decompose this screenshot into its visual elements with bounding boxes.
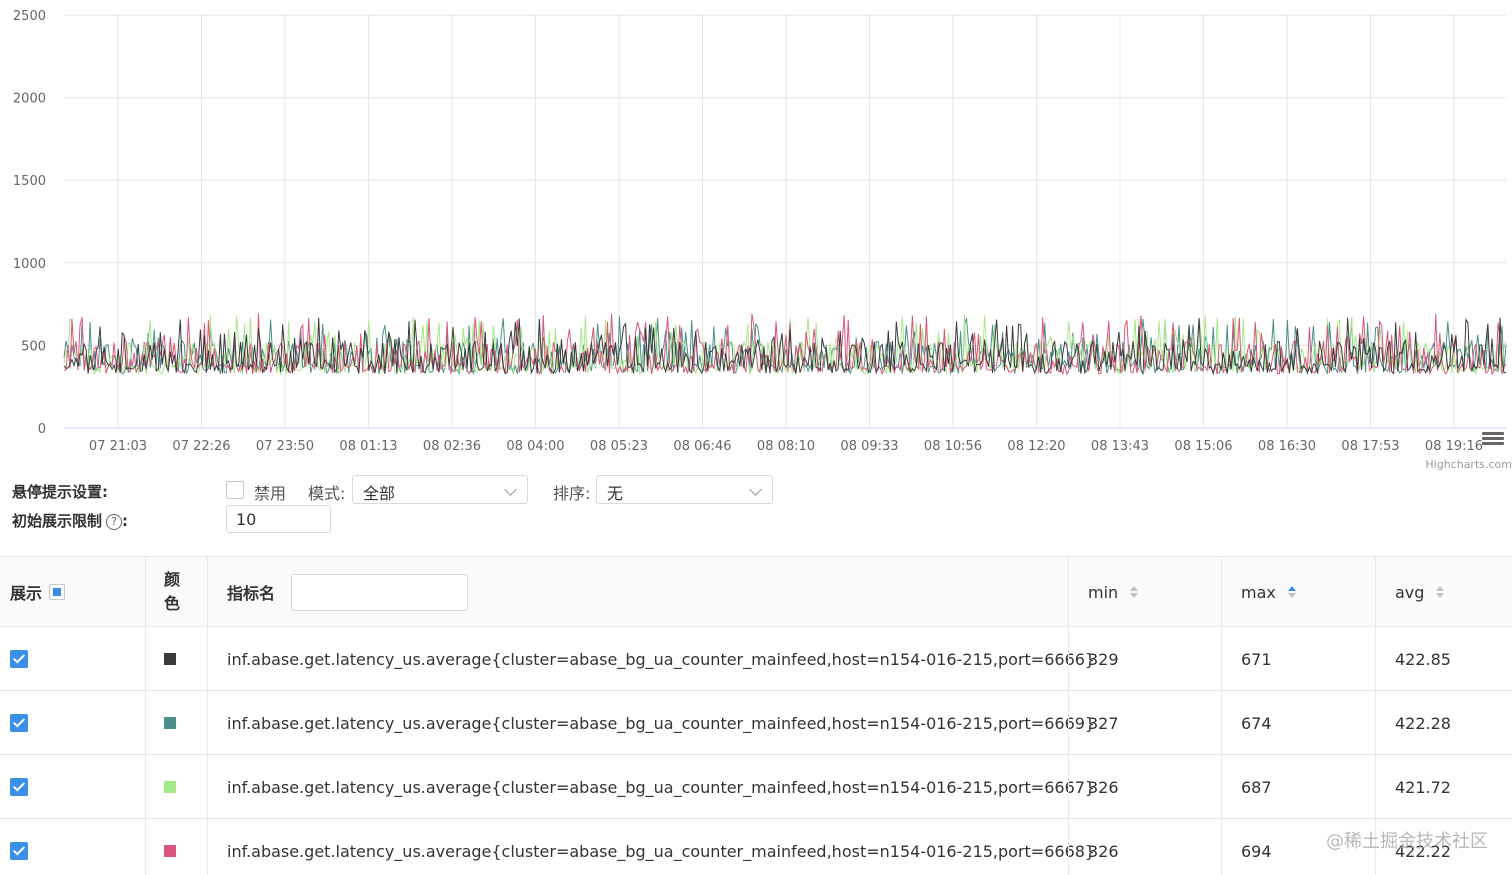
table-row: inf.abase.get.latency_us.average{cluster… bbox=[0, 691, 1512, 755]
watermark: @稀土掘金技术社区 bbox=[1326, 831, 1488, 852]
row-checkbox[interactable] bbox=[10, 778, 28, 796]
limit-label-group: 初始展示限制?: bbox=[12, 510, 128, 531]
header-max-label: max bbox=[1241, 582, 1276, 602]
x-tick-label: 08 09:33 bbox=[840, 439, 898, 454]
x-tick-label: 08 17:53 bbox=[1341, 439, 1399, 454]
limit-colon: : bbox=[122, 512, 129, 530]
x-tick-label: 08 19:16 bbox=[1425, 439, 1483, 454]
metric-min: 327 bbox=[1088, 713, 1119, 733]
header-avg[interactable]: avg bbox=[1395, 557, 1445, 627]
x-tick-label: 08 08:10 bbox=[757, 439, 815, 454]
row-checkbox[interactable] bbox=[10, 714, 28, 732]
x-tick-label: 08 05:23 bbox=[590, 439, 648, 454]
x-tick-label: 08 13:43 bbox=[1091, 439, 1149, 454]
metric-max: 674 bbox=[1241, 713, 1272, 733]
color-swatch bbox=[164, 845, 176, 857]
column-divider bbox=[207, 557, 208, 875]
y-tick-label: 500 bbox=[21, 339, 46, 354]
metric-name: inf.abase.get.latency_us.average{cluster… bbox=[227, 649, 1096, 669]
chart-menu-icon[interactable] bbox=[1482, 432, 1504, 448]
column-divider bbox=[1068, 557, 1069, 875]
x-tick-label: 07 23:50 bbox=[256, 439, 314, 454]
sort-select-value: 无 bbox=[607, 484, 624, 503]
help-icon[interactable]: ? bbox=[106, 514, 123, 530]
x-tick-label: 08 06:46 bbox=[673, 439, 731, 454]
header-name: 指标名 bbox=[227, 557, 469, 627]
metric-avg: 422.85 bbox=[1395, 649, 1451, 669]
y-tick-label: 1500 bbox=[13, 174, 46, 189]
header-min[interactable]: min bbox=[1088, 557, 1139, 627]
x-tick-label: 07 22:26 bbox=[172, 439, 230, 454]
header-min-label: min bbox=[1088, 582, 1119, 602]
sort-label: 排序: bbox=[553, 484, 591, 503]
select-all-checkbox[interactable] bbox=[49, 584, 66, 600]
table-header: 展示 颜 色 指标名 min max avg bbox=[0, 557, 1512, 627]
mode-select[interactable]: 全部 bbox=[352, 475, 528, 504]
x-tick-label: 08 16:30 bbox=[1258, 439, 1316, 454]
sort-icon[interactable] bbox=[1436, 586, 1445, 598]
metric-min: 329 bbox=[1088, 649, 1119, 669]
chart-credits[interactable]: Highcharts.com bbox=[1425, 458, 1512, 471]
color-swatch bbox=[164, 717, 176, 729]
metric-name: inf.abase.get.latency_us.average{cluster… bbox=[227, 841, 1096, 861]
metric-name: inf.abase.get.latency_us.average{cluster… bbox=[227, 713, 1096, 733]
header-color: 颜 色 bbox=[164, 570, 181, 613]
disable-checkbox[interactable] bbox=[226, 481, 244, 499]
table-row: inf.abase.get.latency_us.average{cluster… bbox=[0, 755, 1512, 819]
metric-avg: 421.72 bbox=[1395, 777, 1451, 797]
row-checkbox[interactable] bbox=[10, 650, 28, 668]
chart-canvas[interactable]: 0 500 1000 1500 2000 2500 07 21:03 07 22:26 07 2… bbox=[0, 0, 1512, 475]
y-tick-label: 1000 bbox=[13, 257, 46, 272]
y-tick-label: 2000 bbox=[13, 92, 46, 107]
x-tick-label: 08 01:13 bbox=[339, 439, 397, 454]
chevron-down-icon bbox=[749, 483, 762, 496]
header-show: 展示 bbox=[10, 557, 66, 627]
chevron-down-icon bbox=[504, 483, 517, 496]
metric-min: 326 bbox=[1088, 841, 1119, 861]
x-tick-label: 07 21:03 bbox=[89, 439, 147, 454]
latency-chart[interactable]: 0 500 1000 1500 2000 2500 07 21:03 07 22:26 07 2… bbox=[0, 0, 1512, 475]
metric-max: 694 bbox=[1241, 841, 1272, 861]
header-avg-label: avg bbox=[1395, 582, 1425, 602]
sort-icon[interactable] bbox=[1130, 586, 1139, 598]
color-swatch bbox=[164, 781, 176, 793]
mode-label: 模式: bbox=[308, 484, 346, 503]
color-swatch bbox=[164, 653, 176, 665]
metric-min: 326 bbox=[1088, 777, 1119, 797]
limit-label: 初始展示限制 bbox=[12, 512, 103, 530]
tooltip-settings: 悬停提示设置: 禁用 模式: 全部 排序: 无 初始展示限制?: 10 bbox=[0, 475, 1512, 550]
x-tick-label: 08 10:56 bbox=[924, 439, 982, 454]
column-divider bbox=[145, 557, 146, 875]
x-tick-label: 08 02:36 bbox=[423, 439, 481, 454]
header-show-label: 展示 bbox=[10, 584, 43, 603]
y-tick-label: 2500 bbox=[13, 9, 46, 24]
sort-icon[interactable] bbox=[1287, 586, 1296, 598]
table-row: inf.abase.get.latency_us.average{cluster… bbox=[0, 819, 1512, 875]
x-tick-label: 08 04:00 bbox=[506, 439, 564, 454]
hover-settings-label: 悬停提示设置: bbox=[12, 483, 108, 501]
y-tick-label: 0 bbox=[38, 422, 46, 437]
metric-name: inf.abase.get.latency_us.average{cluster… bbox=[227, 777, 1096, 797]
sort-select[interactable]: 无 bbox=[596, 475, 773, 504]
metric-max: 671 bbox=[1241, 649, 1272, 669]
metrics-table: 展示 颜 色 指标名 min max avg inf.abase.get.lat… bbox=[0, 556, 1512, 875]
header-name-label: 指标名 bbox=[227, 584, 276, 603]
disable-label: 禁用 bbox=[254, 484, 287, 503]
mode-select-value: 全部 bbox=[363, 484, 396, 503]
column-divider bbox=[1221, 557, 1222, 875]
limit-input[interactable]: 10 bbox=[226, 505, 331, 533]
row-checkbox[interactable] bbox=[10, 842, 28, 860]
x-tick-label: 08 12:20 bbox=[1007, 439, 1065, 454]
metric-avg: 422.28 bbox=[1395, 713, 1451, 733]
header-max[interactable]: max bbox=[1241, 557, 1296, 627]
x-tick-label: 08 15:06 bbox=[1174, 439, 1232, 454]
name-filter-input[interactable] bbox=[291, 573, 469, 611]
metric-max: 687 bbox=[1241, 777, 1272, 797]
table-row: inf.abase.get.latency_us.average{cluster… bbox=[0, 627, 1512, 691]
